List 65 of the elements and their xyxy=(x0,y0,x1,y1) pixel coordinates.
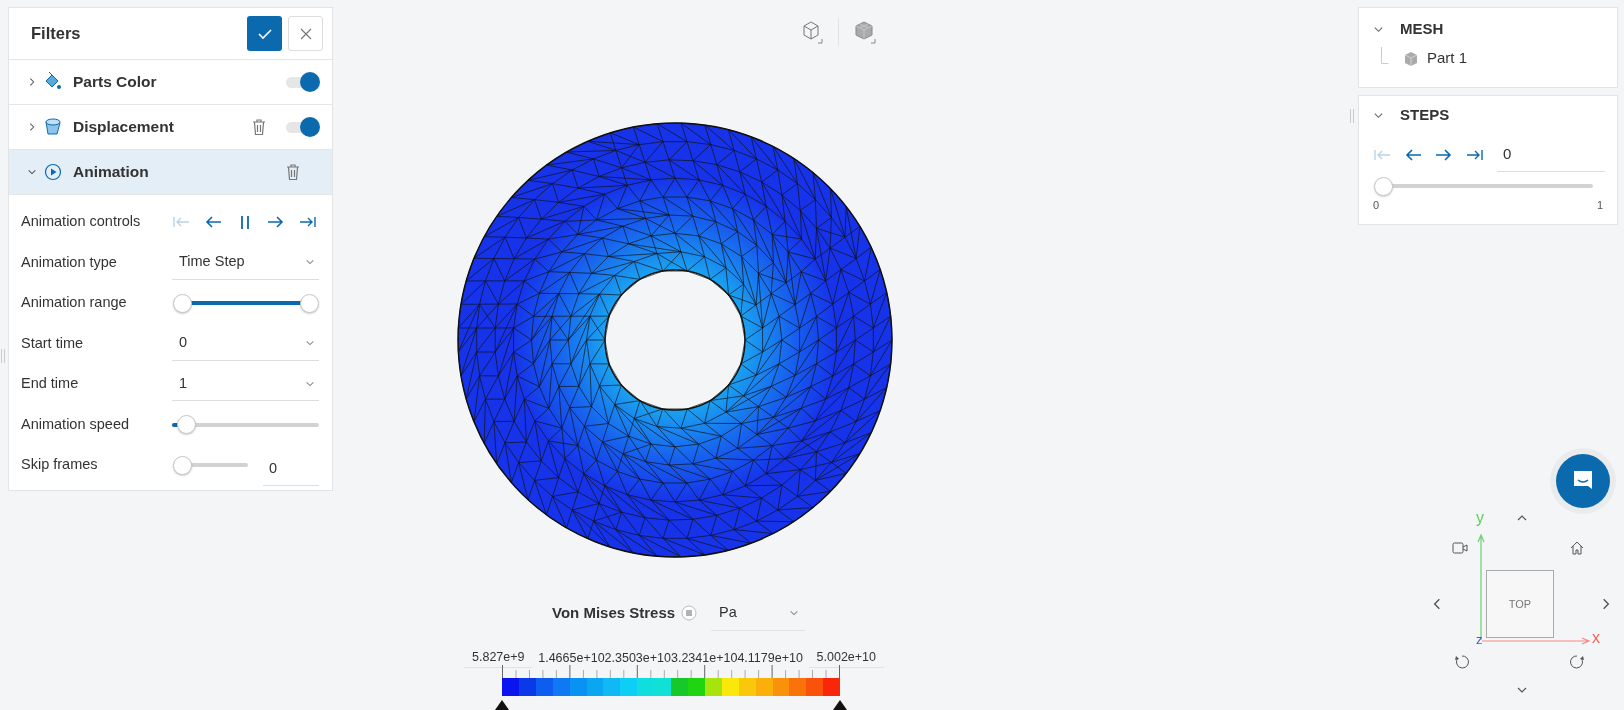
section-title: STEPS xyxy=(1400,105,1450,125)
resize-handle[interactable] xyxy=(1,349,5,363)
tree-line-icon xyxy=(1381,47,1389,64)
slider-min-label: 0 xyxy=(1373,197,1380,213)
home-icon[interactable] xyxy=(1570,541,1584,555)
rotate-left-icon[interactable] xyxy=(1454,654,1470,670)
part-label: Part 1 xyxy=(1427,48,1468,69)
toggle-switch[interactable] xyxy=(286,72,320,92)
setting-label: Start time xyxy=(21,333,85,353)
select-field[interactable]: 0 xyxy=(172,326,319,361)
rotate-right-icon[interactable] xyxy=(1569,654,1585,670)
slider-thumb[interactable] xyxy=(299,293,319,313)
filter-label: Animation xyxy=(73,162,149,183)
legend-title: Von Mises Stress xyxy=(552,602,676,623)
cylinder-icon xyxy=(43,117,63,137)
slider-max-label: 1 xyxy=(1596,197,1603,213)
slider-thumb[interactable] xyxy=(172,293,192,313)
toggle-switch[interactable] xyxy=(286,117,320,137)
scale-label: 4.1179e+10 xyxy=(737,650,803,667)
scale-label: 3.2341e+10 xyxy=(671,650,738,667)
setting-label: Animation range xyxy=(21,293,128,313)
select-field[interactable]: Time Step xyxy=(172,245,319,280)
range-handle[interactable] xyxy=(495,700,509,710)
axis-label: x xyxy=(1592,630,1600,646)
expand-icon[interactable] xyxy=(27,167,37,177)
setting-label: Animation speed xyxy=(21,414,130,434)
filter-row[interactable]: Parts Color xyxy=(9,60,332,105)
filter-row[interactable]: Animation xyxy=(9,150,332,195)
scale-label: 5.002e+10 xyxy=(808,648,884,668)
unit-select[interactable]: Pa xyxy=(711,595,806,631)
axis-label: y xyxy=(1476,510,1484,526)
select-field[interactable]: 1 xyxy=(172,367,319,402)
setting-label: End time xyxy=(21,374,80,394)
confirm-button[interactable] xyxy=(247,16,282,51)
section-title: MESH xyxy=(1400,19,1444,39)
slider-thumb[interactable] xyxy=(177,415,197,435)
range-slider[interactable] xyxy=(172,292,319,314)
expand-icon[interactable] xyxy=(27,122,37,132)
filter-label: Displacement xyxy=(73,117,174,138)
slider-thumb[interactable] xyxy=(1373,176,1393,196)
axis-label: z xyxy=(1476,633,1483,646)
filter-label: Parts Color xyxy=(73,72,157,93)
camera-icon[interactable] xyxy=(1452,542,1468,554)
scale-label: 2.3503e+10 xyxy=(604,650,671,667)
expand-icon[interactable] xyxy=(27,77,37,87)
trash-icon[interactable] xyxy=(252,118,266,136)
resize-handle[interactable] xyxy=(1350,109,1354,123)
setting-label: Animation type xyxy=(21,252,118,272)
close-icon xyxy=(299,27,312,40)
scale-label: 1.4665e+10 xyxy=(538,650,605,667)
play-circle-icon xyxy=(43,162,63,182)
step-field[interactable]: 0 xyxy=(1497,137,1605,172)
cube-icon xyxy=(1403,50,1419,67)
view-cube[interactable]: TOP xyxy=(1486,570,1554,638)
range-handle[interactable] xyxy=(833,700,847,710)
slider-thumb[interactable] xyxy=(172,455,192,475)
paint-bucket-icon xyxy=(43,72,63,92)
trash-icon[interactable] xyxy=(286,163,300,181)
number-field[interactable]: 0 xyxy=(263,452,319,487)
setting-label: Skip frames xyxy=(21,455,99,475)
chat-button[interactable] xyxy=(1556,454,1610,508)
scale-label: 5.827e+9 xyxy=(464,648,533,668)
slider[interactable] xyxy=(172,414,319,436)
setting-label: Animation controls xyxy=(21,212,142,232)
panel-title: Filters xyxy=(31,23,81,45)
